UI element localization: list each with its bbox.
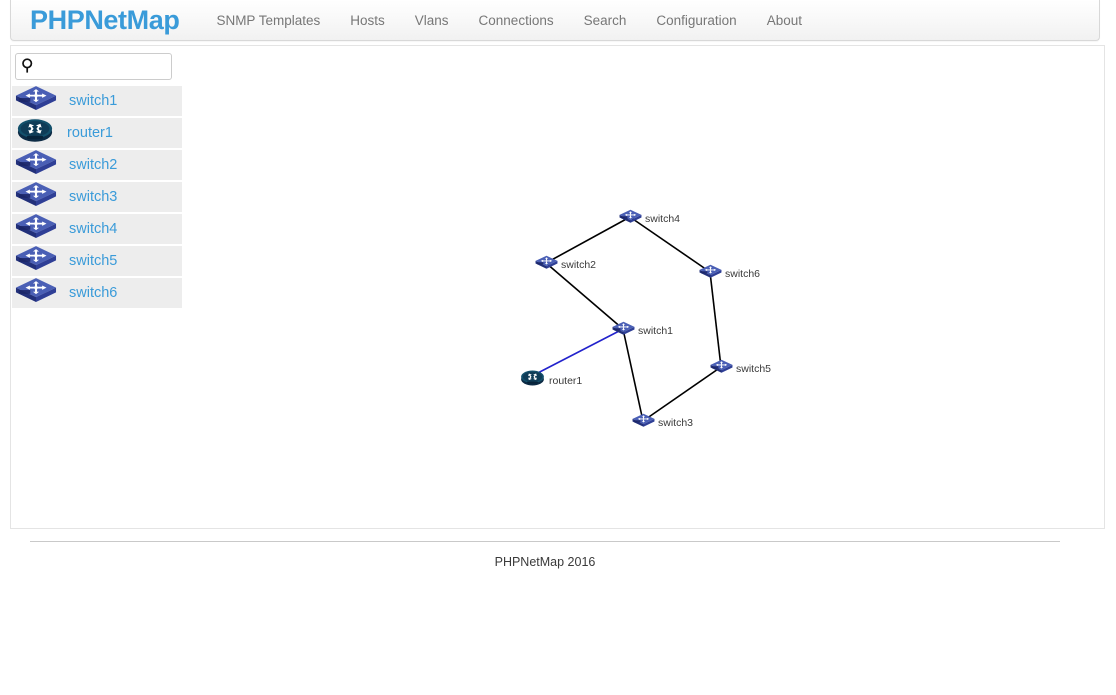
switch-icon	[710, 359, 733, 373]
network-node-label: switch1	[638, 325, 674, 337]
host-sidebar: switch1 router1 switch2 switch3 switch4 switc…	[12, 53, 182, 310]
switch-icon	[15, 86, 57, 110]
switch-icon	[15, 245, 57, 277]
switch-icon	[535, 255, 558, 269]
switch-icon	[710, 359, 733, 379]
switch-icon	[15, 246, 57, 270]
network-link-switch5-switch6[interactable]	[709, 271, 722, 368]
switch-icon	[612, 321, 635, 335]
sidebar-item-label[interactable]: switch4	[69, 221, 117, 237]
sidebar-item-label[interactable]: switch6	[69, 285, 117, 301]
nav-item-connections[interactable]: Connections	[464, 1, 569, 40]
network-node-label: router1	[549, 374, 583, 387]
content-panel: switch1 router1 switch2 switch3 switch4 switc…	[10, 45, 1105, 529]
network-node-label: switch6	[725, 268, 761, 280]
sidebar-item-label[interactable]: switch1	[69, 93, 117, 109]
search-container	[12, 53, 182, 86]
nav-item-hosts[interactable]: Hosts	[335, 1, 400, 40]
sidebar-item-label[interactable]: router1	[67, 125, 113, 141]
network-node-switch4[interactable]: switch4	[619, 209, 680, 229]
network-node-label: switch4	[645, 213, 681, 225]
router-icon	[521, 370, 544, 386]
sidebar-item-switch1[interactable]: switch1	[12, 86, 182, 118]
network-node-switch5[interactable]: switch5	[710, 359, 771, 379]
navbar: PHPNetMap SNMP Templates Hosts Vlans Con…	[10, 0, 1100, 41]
switch-icon	[15, 277, 57, 309]
switch-icon	[699, 264, 722, 278]
switch-icon	[15, 213, 57, 245]
sidebar-item-switch3[interactable]: switch3	[12, 182, 182, 214]
network-node-label: switch3	[658, 417, 694, 429]
sidebar-item-router1[interactable]: router1	[12, 118, 182, 150]
network-node-router1[interactable]: router1	[519, 369, 582, 392]
switch-icon	[632, 413, 655, 433]
switch-icon	[15, 149, 57, 181]
sidebar-item-switch5[interactable]: switch5	[12, 246, 182, 278]
switch-icon	[632, 413, 655, 427]
switch-icon	[619, 209, 642, 229]
footer-divider	[30, 541, 1060, 542]
nav-item-about[interactable]: About	[752, 1, 817, 40]
nav-item-snmp-templates[interactable]: SNMP Templates	[201, 1, 335, 40]
network-node-label: switch2	[561, 259, 597, 271]
router-icon	[15, 117, 55, 149]
network-node-switch2[interactable]: switch2	[535, 255, 596, 275]
sidebar-item-switch4[interactable]: switch4	[12, 214, 182, 246]
sidebar-item-switch2[interactable]: switch2	[12, 150, 182, 182]
switch-icon	[15, 278, 57, 302]
sidebar-item-label[interactable]: switch2	[69, 157, 117, 173]
network-link-switch1-switch3[interactable]	[622, 328, 644, 422]
sidebar-item-switch6[interactable]: switch6	[12, 278, 182, 310]
network-node-switch6[interactable]: switch6	[699, 264, 760, 284]
sidebar-item-label[interactable]: switch5	[69, 253, 117, 269]
brand-logo[interactable]: PHPNetMap	[30, 6, 180, 34]
nav-item-configuration[interactable]: Configuration	[641, 1, 751, 40]
network-node-label: switch5	[736, 363, 772, 375]
router-icon	[519, 369, 546, 392]
network-node-switch1[interactable]: switch1	[612, 321, 673, 341]
switch-icon	[15, 181, 57, 213]
nav-item-vlans[interactable]: Vlans	[400, 1, 464, 40]
host-search-input[interactable]	[15, 53, 172, 80]
footer-text: PHPNetMap 2016	[494, 555, 596, 569]
nav-item-search[interactable]: Search	[569, 1, 642, 40]
switch-icon	[15, 182, 57, 206]
sidebar-item-label[interactable]: switch3	[69, 189, 117, 205]
switch-icon	[15, 150, 57, 174]
navbar-inner: PHPNetMap SNMP Templates Hosts Vlans Con…	[11, 0, 1099, 40]
switch-icon	[612, 321, 635, 341]
host-list: switch1 router1 switch2 switch3 switch4 switc…	[12, 86, 182, 310]
switch-icon	[619, 209, 642, 223]
switch-icon	[535, 255, 558, 275]
network-node-switch3[interactable]: switch3	[632, 413, 693, 433]
switch-icon	[699, 264, 722, 284]
switch-icon	[15, 85, 57, 117]
router-icon	[17, 119, 53, 142]
switch-icon	[15, 214, 57, 238]
network-map-edges	[529, 216, 722, 422]
network-map[interactable]: switch4 switch2 switch6 switch1 switch5 route…	[189, 46, 1104, 528]
